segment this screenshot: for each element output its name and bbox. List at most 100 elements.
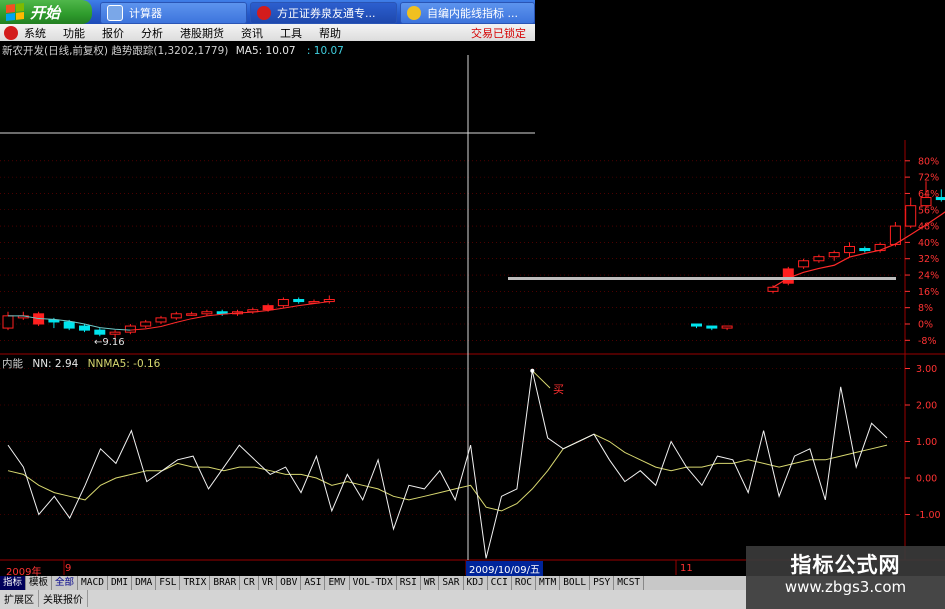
trade-lock-status[interactable]: 交易已锁定 [471,25,526,41]
candle-body [201,311,213,315]
tab-indicator[interactable]: 指标 [0,576,27,590]
indicator-tab-vol-tdx[interactable]: VOL-TDX [350,576,397,590]
candle [905,197,917,229]
indicator-tab-psy[interactable]: PSY [590,576,615,590]
calculator-icon [107,5,123,21]
menu-item-hk-futures[interactable]: 港股期货 [180,25,224,41]
ma-value: : 10.07 [306,45,344,57]
menu-item-analysis[interactable]: 分析 [141,25,163,41]
menu-item-quote[interactable]: 报价 [102,25,124,41]
taskbar-item-stock-app[interactable]: 方正证券泉友通专... [250,2,397,24]
indicator-tab-asi[interactable]: ASI [301,576,326,590]
buy-signal-label: 买 [553,383,564,396]
indicator-tab-dma[interactable]: DMA [132,576,157,590]
candle-body [109,331,121,335]
tab-template[interactable]: 模板 [26,576,53,590]
candle [798,258,810,269]
candle-body [706,325,718,329]
stock-title: 新农开发(日线,前复权) [2,45,109,57]
indicator-tab-mtm[interactable]: MTM [536,576,561,590]
price-tick-label: 16% [918,287,939,298]
indicator-tab-emv[interactable]: EMV [325,576,350,590]
indicator-name: 内能 [2,358,23,370]
candle-body [721,325,733,329]
task-label: 方正证券泉友通专... [277,7,376,20]
indicator-tab-cr[interactable]: CR [240,576,259,590]
buy-signal-pointer [531,370,551,389]
candle-body [277,299,289,307]
candle-body [170,313,182,319]
menu-item-system[interactable]: 系统 [24,25,46,41]
candle-body [79,325,90,331]
candle-body [798,260,810,268]
tab-all[interactable]: 全部 [52,576,79,590]
candle [186,311,198,316]
indicator-tick-label: 0.00 [916,474,937,485]
candle-body [920,197,932,207]
menu-item-news[interactable]: 资讯 [241,25,263,41]
candle-body [905,205,917,227]
date-month-9: 9 [65,563,72,574]
candle [170,311,182,320]
indicator-tab-obv[interactable]: OBV [277,576,302,590]
indicator-tab-mcst[interactable]: MCST [614,576,645,590]
indicator-tab-wr[interactable]: WR [421,576,440,590]
chart-canvas[interactable]: 80%72%64%56%48%40%32%24%16%8%0%-8%3.002.… [0,0,945,609]
candle [124,324,136,335]
nnma-line [7,433,888,512]
price-tick-label: 40% [918,238,939,249]
indicator-tab-sar[interactable]: SAR [439,576,464,590]
task-label: 自编内能线指标 ... [427,7,518,20]
candle-body [844,245,855,254]
candle-body [323,299,335,303]
ma-line-up [130,301,330,331]
related-quotes-tab[interactable]: 关联报价 [39,590,88,607]
candle-body [124,325,136,333]
indicator-tab-macd[interactable]: MACD [78,576,108,590]
date-month-11: 11 [680,563,693,574]
indicator-tab-trix[interactable]: TRIX [180,576,211,590]
price-tick-label: 0% [918,320,933,331]
candle-body [140,321,152,327]
low-price-label: ←9.16 [94,337,125,348]
menu-item-tools[interactable]: 工具 [280,25,302,41]
candle [94,328,106,337]
candle [2,311,14,331]
indicator-tab-kdj[interactable]: KDJ [464,576,488,590]
taskbar-item-formula-editor[interactable]: 自编内能线指标 ... [400,2,535,24]
candle [721,325,733,331]
candle [813,254,825,263]
indicator-tab-dmi[interactable]: DMI [108,576,133,590]
menu-bar: 系统 功能 报价 分析 港股期货 资讯 工具 帮助 交易已锁定 [0,24,535,41]
nn-line [7,370,888,559]
indicator-tab-brar[interactable]: BRAR [210,576,241,590]
candle [767,285,779,294]
candle-body [859,248,871,252]
indicator-tab-roc[interactable]: ROC [512,576,537,590]
nnma-value: NNMA5: -0.16 [87,358,161,370]
indicator-tab-cci[interactable]: CCI [488,576,512,590]
price-tick-label: -8% [918,336,937,347]
candle-body [813,256,825,262]
task-label: 计算器 [129,7,162,20]
extension-area-tab[interactable]: 扩展区 [0,590,39,607]
indicator-tab-fsl[interactable]: FSL [156,576,181,590]
watermark-url: www.zbgs3.com [784,578,907,596]
menu-item-help[interactable]: 帮助 [319,25,341,41]
candle-body [828,252,840,258]
indicator-tab-boll[interactable]: BOLL [560,576,591,590]
taskbar-item-calculator[interactable]: 计算器 [100,2,247,24]
start-button[interactable]: 开始 [0,0,92,24]
ma-label: MA5: 10.07 [235,45,296,57]
candle [844,242,855,257]
indicator-tab-vr[interactable]: VR [259,576,278,590]
indicator-tab-rsi[interactable]: RSI [397,576,421,590]
price-tick-label: 72% [918,173,939,184]
buy-signal-dot [530,368,535,373]
candle-body [94,329,106,335]
candle [828,250,840,261]
price-tick-label: 24% [918,271,939,282]
candle-body [186,313,198,316]
candle [889,222,901,247]
menu-item-function[interactable]: 功能 [63,25,85,41]
